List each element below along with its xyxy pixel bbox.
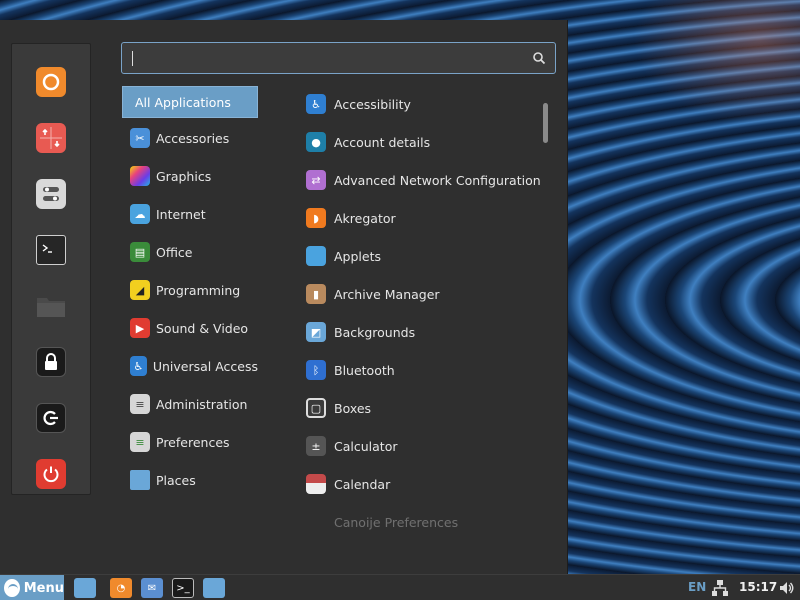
- accessibility-icon: ♿: [130, 356, 147, 376]
- search-input[interactable]: [121, 42, 556, 74]
- text-cursor: [132, 51, 133, 66]
- show-desktop-icon[interactable]: [74, 578, 96, 598]
- terminal-icon[interactable]: [36, 235, 66, 265]
- app-label: Account details: [334, 134, 431, 150]
- category-label: Sound & Video: [156, 320, 249, 336]
- category-label: Graphics: [156, 168, 212, 184]
- category-label: Programming: [156, 282, 241, 298]
- app-canoije-preferences[interactable]: Canoije Preferences: [306, 507, 546, 537]
- network-icon[interactable]: [711, 579, 729, 597]
- app-list-scrollbar[interactable]: [543, 103, 548, 143]
- app-akregator[interactable]: ◗ Akregator: [306, 203, 546, 233]
- category-universal-access[interactable]: ♿ Universal Access: [122, 350, 258, 382]
- accessibility-icon: ♿: [306, 94, 326, 114]
- cloud-icon: ☁: [130, 204, 150, 224]
- app-label: Archive Manager: [334, 286, 440, 302]
- app-bluetooth[interactable]: ᛒ Bluetooth: [306, 355, 546, 385]
- category-label: Preferences: [156, 434, 230, 450]
- category-label: Administration: [156, 396, 248, 412]
- app-account-details[interactable]: ● Account details: [306, 127, 546, 157]
- app-archive-manager[interactable]: ▮ Archive Manager: [306, 279, 546, 309]
- category-office[interactable]: ▤ Office: [122, 236, 258, 268]
- category-label: Universal Access: [152, 358, 258, 374]
- app-label: Advanced Network Configuration: [334, 172, 541, 188]
- app-label: Backgrounds: [334, 324, 416, 340]
- app-backgrounds[interactable]: ◩ Backgrounds: [306, 317, 546, 347]
- mint-logo-icon: [4, 579, 20, 597]
- category-label: Accessories: [156, 130, 230, 146]
- taskbar: Menu ◔ ✉ >_ EN 15:17: [0, 574, 800, 600]
- clock[interactable]: 15:17: [739, 580, 777, 594]
- category-label: All Applications: [135, 94, 231, 110]
- code-icon: ◢: [130, 280, 150, 300]
- document-icon: ▤: [130, 242, 150, 262]
- app-label: Applets: [334, 248, 381, 264]
- firefox-icon[interactable]: [36, 67, 66, 97]
- scissors-icon: ✂: [130, 128, 150, 148]
- blank-icon: [306, 512, 326, 532]
- app-advanced-network-configuration[interactable]: ⇄ Advanced Network Configuration: [306, 165, 546, 195]
- app-accessibility[interactable]: ♿ Accessibility: [306, 89, 546, 119]
- category-accessories[interactable]: ✂ Accessories: [122, 122, 258, 154]
- app-label: Calendar: [334, 476, 391, 492]
- app-label: Bluetooth: [334, 362, 395, 378]
- folder-icon: [130, 470, 150, 490]
- app-calendar[interactable]: Calendar: [306, 469, 546, 499]
- category-label: Internet: [156, 206, 206, 222]
- user-icon: ●: [306, 132, 326, 152]
- lock-screen-icon[interactable]: [36, 347, 66, 377]
- category-internet[interactable]: ☁ Internet: [122, 198, 258, 230]
- app-label: Accessibility: [334, 96, 411, 112]
- software-manager-icon[interactable]: [36, 123, 66, 153]
- boxes-icon: ▢: [306, 398, 326, 418]
- firefox-icon[interactable]: ◔: [110, 578, 132, 598]
- category-all-applications[interactable]: All Applications: [122, 86, 258, 118]
- play-icon: ▶: [130, 318, 150, 338]
- app-label: Canoije Preferences: [334, 514, 459, 530]
- image-icon: ◩: [306, 322, 326, 342]
- category-label: Places: [156, 472, 196, 488]
- bluetooth-icon: ᛒ: [306, 360, 326, 380]
- application-menu: All Applications ✂ Accessories Graphics …: [0, 20, 568, 574]
- category-administration[interactable]: ≡ Administration: [122, 388, 258, 420]
- category-sound-video[interactable]: ▶ Sound & Video: [122, 312, 258, 344]
- app-boxes[interactable]: ▢ Boxes: [306, 393, 546, 423]
- calculator-icon: ±: [306, 436, 326, 456]
- category-preferences[interactable]: ≡ Preferences: [122, 426, 258, 458]
- power-icon[interactable]: [36, 459, 66, 489]
- menu-button[interactable]: Menu: [0, 575, 64, 600]
- settings-toggle-icon[interactable]: [36, 179, 66, 209]
- files-icon[interactable]: [203, 578, 225, 598]
- app-label: Calculator: [334, 438, 398, 454]
- category-places[interactable]: Places: [122, 464, 258, 496]
- favorites-bar: [11, 43, 91, 495]
- search-icon[interactable]: [532, 51, 546, 65]
- app-label: Boxes: [334, 400, 372, 416]
- app-calculator[interactable]: ± Calculator: [306, 431, 546, 461]
- app-applets[interactable]: Applets: [306, 241, 546, 271]
- palette-icon: [130, 166, 150, 186]
- terminal-icon[interactable]: >_: [172, 578, 194, 598]
- app-label: Akregator: [334, 210, 396, 226]
- applets-icon: [306, 246, 326, 266]
- category-graphics[interactable]: Graphics: [122, 160, 258, 192]
- rss-icon: ◗: [306, 208, 326, 228]
- menu-button-label: Menu: [23, 580, 64, 596]
- logout-icon[interactable]: [36, 403, 66, 433]
- archive-icon: ▮: [306, 284, 326, 304]
- toggle-icon: ≡: [130, 394, 150, 414]
- toggle-green-icon: ≡: [130, 432, 150, 452]
- volume-icon[interactable]: [779, 580, 795, 596]
- keyboard-layout-indicator[interactable]: EN: [688, 580, 706, 594]
- category-label: Office: [156, 244, 193, 260]
- network-icon: ⇄: [306, 170, 326, 190]
- mail-icon[interactable]: ✉: [141, 578, 163, 598]
- category-programming[interactable]: ◢ Programming: [122, 274, 258, 306]
- files-icon[interactable]: [36, 291, 66, 321]
- calendar-icon: [306, 474, 326, 494]
